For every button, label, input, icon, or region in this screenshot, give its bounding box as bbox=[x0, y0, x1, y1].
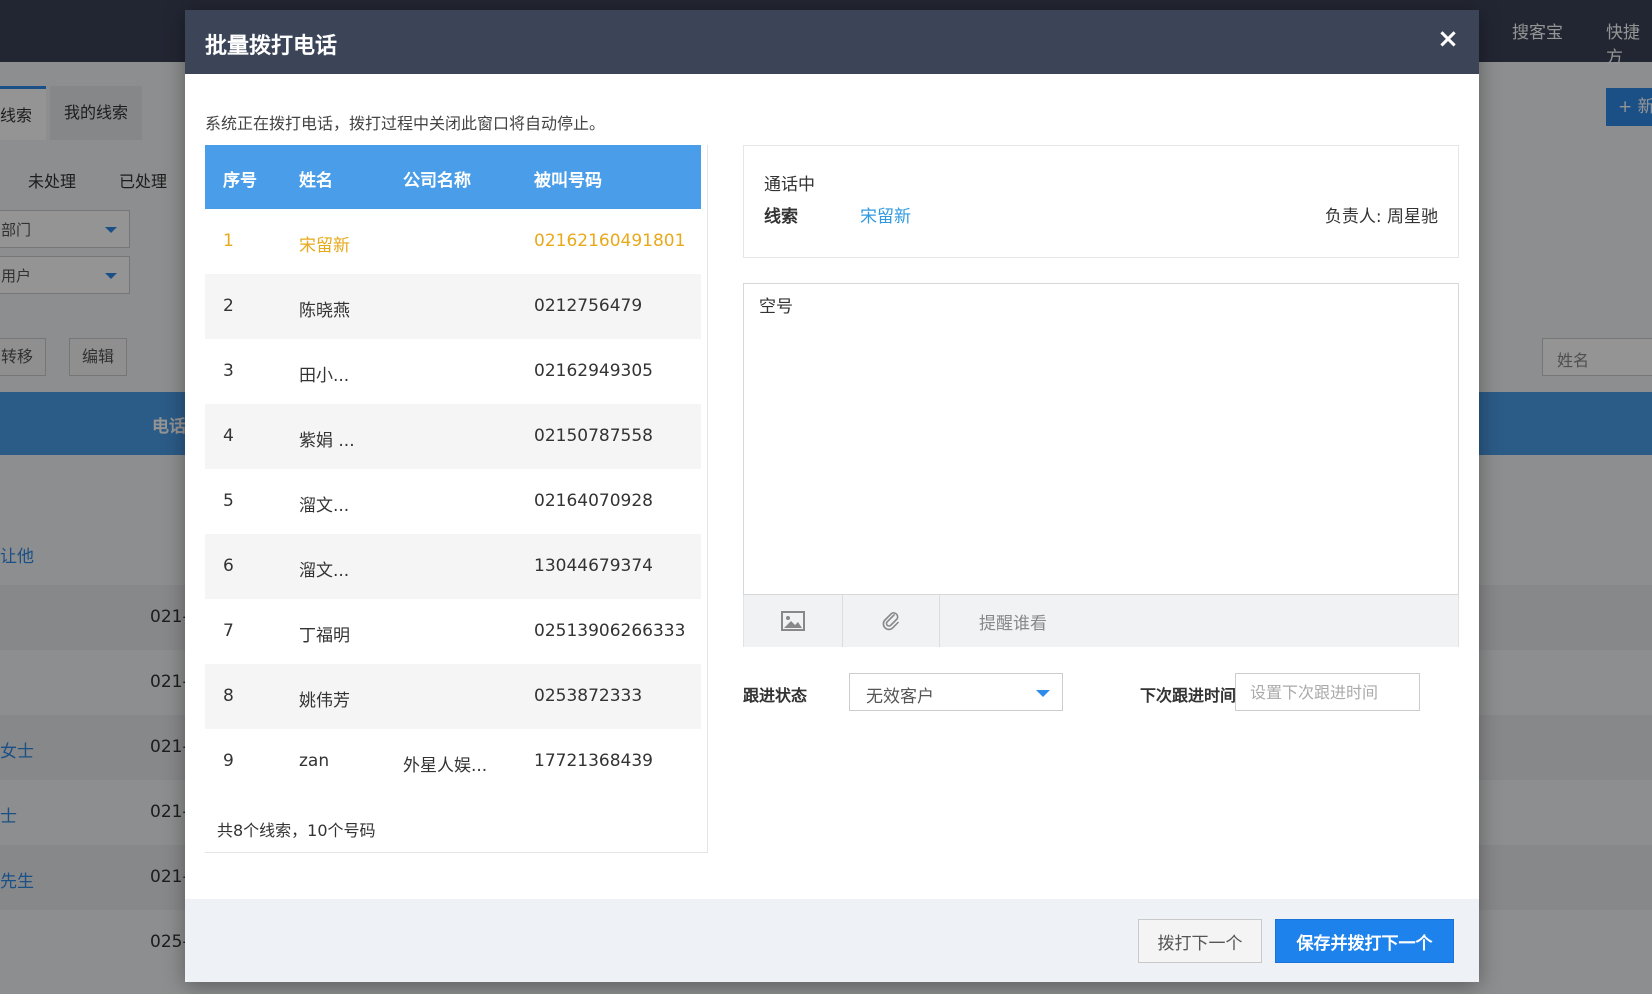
save-and-dial-next-button[interactable]: 保存并拨打下一个 bbox=[1275, 919, 1454, 963]
row-phone: 17721368439 bbox=[534, 751, 653, 771]
chevron-down-icon bbox=[1036, 690, 1050, 697]
close-icon[interactable]: × bbox=[1433, 24, 1463, 54]
row-name: 陈晓燕 bbox=[299, 301, 350, 321]
dial-next-button[interactable]: 拨打下一个 bbox=[1138, 919, 1262, 963]
row-index: 8 bbox=[223, 686, 234, 706]
call-notice: 系统正在拨打电话，拨打过程中关闭此窗口将自动停止。 bbox=[205, 114, 606, 133]
call-row-8[interactable]: 8 姚伟芳 0253872333 bbox=[205, 664, 701, 729]
th-phone: 被叫号码 bbox=[534, 171, 602, 191]
row-name: 丁福明 bbox=[299, 626, 350, 646]
row-phone: 02150787558 bbox=[534, 426, 653, 446]
modal-footer: 拨打下一个 保存并拨打下一个 bbox=[185, 899, 1479, 982]
row-index: 7 bbox=[223, 621, 234, 641]
call-row-1[interactable]: 1 宋留新 02162160491801 bbox=[205, 209, 701, 274]
row-name: 溜文... bbox=[299, 561, 350, 581]
row-phone: 0212756479 bbox=[534, 296, 643, 316]
lead-name-link[interactable]: 宋留新 bbox=[860, 202, 911, 227]
call-row-2[interactable]: 2 陈晓燕 0212756479 bbox=[205, 274, 701, 339]
paperclip-icon bbox=[882, 612, 899, 631]
row-index: 9 bbox=[223, 751, 234, 771]
row-index: 4 bbox=[223, 426, 234, 446]
row-phone: 13044679374 bbox=[534, 556, 653, 576]
next-follow-time-input[interactable] bbox=[1235, 673, 1420, 711]
row-name: zan bbox=[299, 751, 330, 771]
attach-file-button[interactable] bbox=[843, 595, 940, 647]
row-phone: 0253872333 bbox=[534, 686, 643, 706]
row-name: 紫娟 ... bbox=[299, 431, 355, 451]
th-name: 姓名 bbox=[299, 171, 333, 191]
call-row-3[interactable]: 3 田小... 02162949305 bbox=[205, 339, 701, 404]
row-index: 6 bbox=[223, 556, 234, 576]
next-follow-time-label: 下次跟进时间 bbox=[1140, 686, 1237, 705]
row-phone: 02164070928 bbox=[534, 491, 653, 511]
row-phone: 02162949305 bbox=[534, 361, 653, 381]
owner-text: 负责人: 周星驰 bbox=[1324, 207, 1438, 227]
row-index: 5 bbox=[223, 491, 234, 511]
row-name: 宋留新 bbox=[299, 236, 350, 256]
call-info-box: 通话中 线索 宋留新 负责人: 周星驰 bbox=[743, 145, 1459, 258]
row-company: 外星人娱... bbox=[403, 756, 488, 776]
list-summary: 共8个线索，10个号码 bbox=[217, 821, 376, 840]
row-index: 1 bbox=[223, 231, 234, 251]
insert-image-button[interactable] bbox=[744, 595, 843, 647]
follow-status-select[interactable]: 无效客户 bbox=[849, 673, 1063, 711]
follow-up-note-textarea[interactable]: 空号 bbox=[743, 283, 1459, 595]
call-list-panel: 序号 姓名 公司名称 被叫号码 1 宋留新 02162160491801 2 陈… bbox=[205, 145, 708, 853]
row-phone: 02513906266333 bbox=[534, 621, 686, 641]
modal-header: 批量拨打电话 × bbox=[185, 10, 1479, 74]
th-index: 序号 bbox=[223, 171, 257, 191]
call-row-6[interactable]: 6 溜文... 13044679374 bbox=[205, 534, 701, 599]
row-phone: 02162160491801 bbox=[534, 231, 686, 251]
call-row-5[interactable]: 5 溜文... 02164070928 bbox=[205, 469, 701, 534]
remind-who-link[interactable]: 提醒谁看 bbox=[979, 609, 1047, 634]
follow-status-value: 无效客户 bbox=[866, 687, 934, 707]
lead-label: 线索 bbox=[764, 207, 798, 227]
row-index: 2 bbox=[223, 296, 234, 316]
call-list-header: 序号 姓名 公司名称 被叫号码 bbox=[205, 145, 701, 209]
th-company: 公司名称 bbox=[403, 171, 471, 191]
call-row-4[interactable]: 4 紫娟 ... 02150787558 bbox=[205, 404, 701, 469]
note-toolbar: 提醒谁看 bbox=[743, 595, 1459, 647]
call-status: 通话中 bbox=[764, 175, 815, 195]
call-row-9[interactable]: 9 zan 外星人娱... 17721368439 bbox=[205, 729, 701, 794]
row-index: 3 bbox=[223, 361, 234, 381]
row-name: 姚伟芳 bbox=[299, 691, 350, 711]
batch-call-modal: 批量拨打电话 × 系统正在拨打电话，拨打过程中关闭此窗口将自动停止。 序号 姓名… bbox=[185, 10, 1479, 982]
row-name: 溜文... bbox=[299, 496, 350, 516]
image-icon bbox=[781, 611, 805, 631]
follow-status-label: 跟进状态 bbox=[743, 686, 808, 705]
call-row-7[interactable]: 7 丁福明 02513906266333 bbox=[205, 599, 701, 664]
modal-title: 批量拨打电话 bbox=[205, 34, 338, 59]
row-name: 田小... bbox=[299, 366, 350, 386]
